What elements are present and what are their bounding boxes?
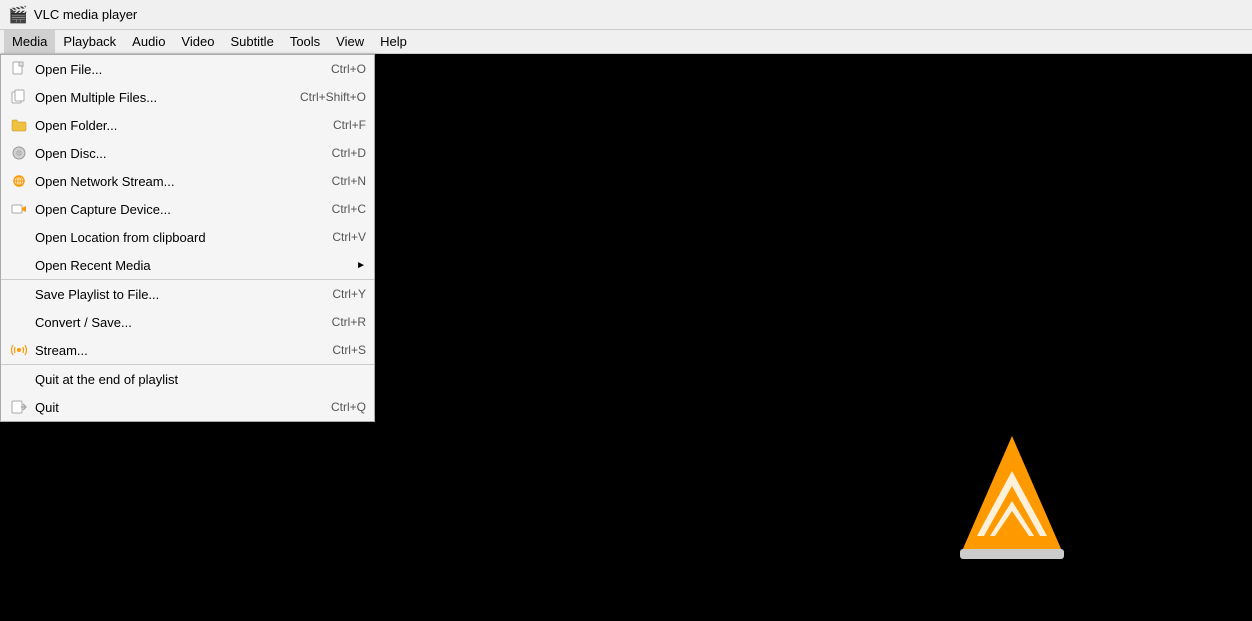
open-network-shortcut: Ctrl+N [332,174,366,188]
menu-item-open-capture[interactable]: Open Capture Device... Ctrl+C [1,195,374,223]
open-capture-shortcut: Ctrl+C [332,202,366,216]
menu-item-open-location[interactable]: Open Location from clipboard Ctrl+V [1,223,374,251]
app-icon: 🎬 [8,5,28,25]
convert-icon [9,312,29,332]
open-multiple-shortcut: Ctrl+Shift+O [300,90,366,104]
open-folder-label: Open Folder... [35,118,313,133]
open-recent-label: Open Recent Media [35,258,352,273]
quit-end-icon [9,369,29,389]
menu-help[interactable]: Help [372,30,415,53]
menu-item-convert-save[interactable]: Convert / Save... Ctrl+R [1,308,374,336]
open-disc-shortcut: Ctrl+D [332,146,366,160]
save-playlist-shortcut: Ctrl+Y [332,287,366,301]
menu-audio[interactable]: Audio [124,30,173,53]
file-icon [9,59,29,79]
open-file-shortcut: Ctrl+O [331,62,366,76]
menu-tools[interactable]: Tools [282,30,328,53]
open-file-label: Open File... [35,62,311,77]
app-title: VLC media player [34,7,137,22]
stream-icon [9,340,29,360]
open-folder-shortcut: Ctrl+F [333,118,366,132]
menu-media[interactable]: Media [4,30,55,53]
title-bar: 🎬 VLC media player [0,0,1252,30]
recent-icon [9,255,29,275]
menu-item-open-folder[interactable]: Open Folder... Ctrl+F [1,111,374,139]
open-network-label: Open Network Stream... [35,174,312,189]
open-location-shortcut: Ctrl+V [332,230,366,244]
menu-item-quit[interactable]: Quit Ctrl+Q [1,393,374,421]
capture-icon [9,199,29,219]
open-disc-label: Open Disc... [35,146,312,161]
vlc-cone [952,431,1072,561]
menu-playback[interactable]: Playback [55,30,124,53]
open-location-label: Open Location from clipboard [35,230,312,245]
open-multiple-label: Open Multiple Files... [35,90,280,105]
quit-label: Quit [35,400,311,415]
menu-item-stream[interactable]: Stream... Ctrl+S [1,336,374,364]
menu-item-open-network[interactable]: Open Network Stream... Ctrl+N [1,167,374,195]
location-icon [9,227,29,247]
media-dropdown: Open File... Ctrl+O Open Multiple Files.… [0,54,375,422]
submenu-arrow: ► [356,260,366,271]
convert-save-shortcut: Ctrl+R [332,315,366,329]
stream-label: Stream... [35,343,312,358]
menu-item-open-disc[interactable]: Open Disc... Ctrl+D [1,139,374,167]
quit-end-label: Quit at the end of playlist [35,372,346,387]
menu-subtitle[interactable]: Subtitle [222,30,281,53]
folder-icon [9,115,29,135]
quit-icon [9,397,29,417]
quit-shortcut: Ctrl+Q [331,400,366,414]
menu-item-open-recent[interactable]: Open Recent Media ► [1,251,374,279]
stream-shortcut: Ctrl+S [332,343,366,357]
menu-item-quit-end[interactable]: Quit at the end of playlist [1,364,374,393]
network-icon [9,171,29,191]
menu-item-open-file[interactable]: Open File... Ctrl+O [1,55,374,83]
menu-item-save-playlist[interactable]: Save Playlist to File... Ctrl+Y [1,279,374,308]
save-playlist-label: Save Playlist to File... [35,287,312,302]
multi-file-icon [9,87,29,107]
convert-save-label: Convert / Save... [35,315,312,330]
menu-bar: Media Playback Audio Video Subtitle Tool… [0,30,1252,54]
save-icon [9,284,29,304]
open-capture-label: Open Capture Device... [35,202,312,217]
disc-icon [9,143,29,163]
menu-item-open-multiple[interactable]: Open Multiple Files... Ctrl+Shift+O [1,83,374,111]
menu-video[interactable]: Video [173,30,222,53]
menu-view[interactable]: View [328,30,372,53]
